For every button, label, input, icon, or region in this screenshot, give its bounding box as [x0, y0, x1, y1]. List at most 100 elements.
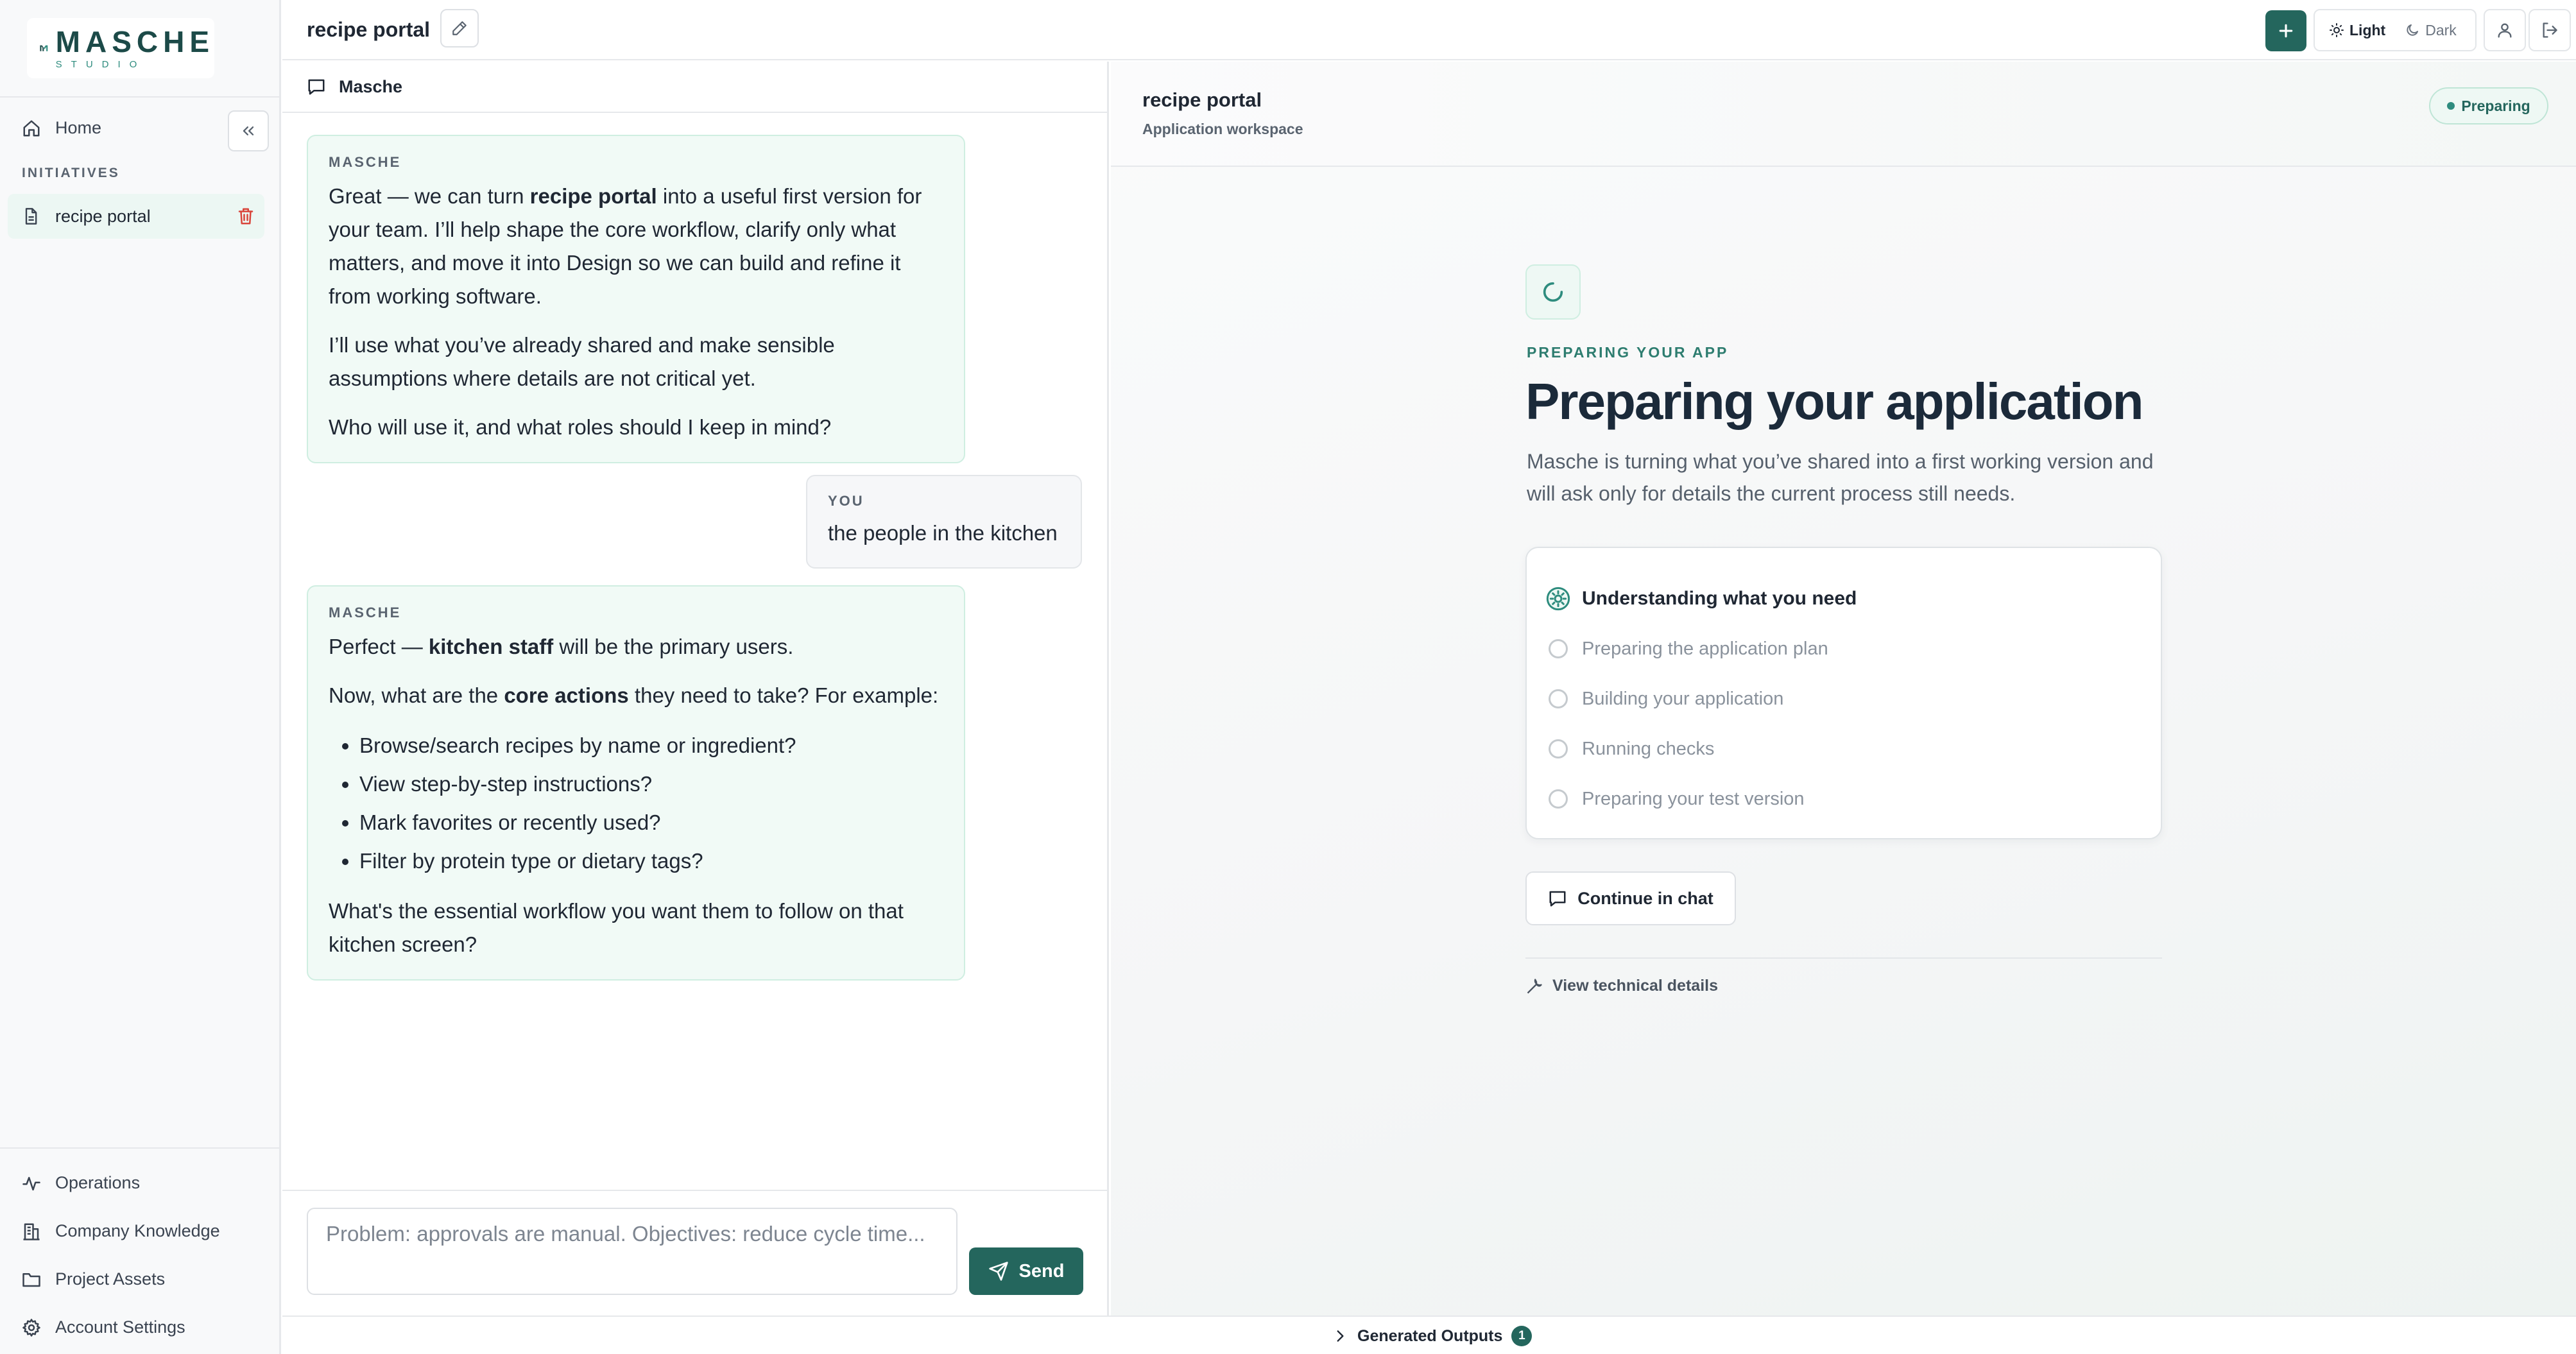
assistant-message: MASCHE Great — we can turn recipe portal… [307, 135, 965, 463]
message-author: MASCHE [329, 154, 402, 170]
count-badge: 1 [1511, 1326, 1533, 1346]
pending-circle-icon [1549, 639, 1568, 658]
message-paragraph: Who will use it, and what roles should I… [329, 415, 832, 439]
loading-spinner [1525, 264, 1581, 320]
message-paragraph: Now, what are the core actions they need… [329, 683, 939, 707]
generated-outputs-bar[interactable]: Generated Outputs 1 [282, 1315, 2576, 1354]
user-message: YOU the people in the kitchen [806, 475, 1082, 569]
list-item: Browse/search recipes by name or ingredi… [359, 726, 943, 765]
edit-title-button[interactable] [440, 9, 479, 47]
brand-name: MASCHE [55, 24, 214, 58]
workspace-heading: Preparing your application [1525, 373, 2144, 430]
wrench-icon [1527, 978, 1542, 993]
view-technical-details-link[interactable]: View technical details [1525, 977, 1718, 995]
brand-subtitle: STUDIO [55, 58, 146, 70]
workspace-subtitle: Application workspace [1142, 121, 1303, 137]
status-dot [2447, 102, 2455, 110]
sun-icon [2330, 23, 2344, 37]
sidebar-item-account-settings[interactable]: Account Settings [22, 1317, 185, 1337]
generated-outputs-toggle[interactable]: Generated Outputs 1 [1332, 1326, 1533, 1346]
chevrons-left-icon [243, 126, 254, 135]
chat-header: Masche [282, 62, 1109, 113]
sidebar-item-label: Account Settings [55, 1317, 185, 1337]
sidebar: MASCHE STUDIO Home INITIATIVES recipe po… [0, 0, 281, 1354]
message-paragraph: What's the essential workflow you want t… [329, 899, 904, 956]
status-label: Preparing [2461, 97, 2530, 114]
progress-gear-icon [1546, 587, 1570, 611]
message-input[interactable] [307, 1208, 957, 1295]
spinner-icon [1543, 282, 1563, 302]
suggestion-list: Browse/search recipes by name or ingredi… [359, 726, 943, 880]
home-icon [23, 120, 40, 136]
message-author: MASCHE [329, 604, 402, 621]
divider [1525, 957, 2162, 959]
logout-icon [2543, 22, 2557, 38]
sidebar-section-title: INITIATIVES [22, 166, 120, 180]
send-label: Send [1018, 1260, 1065, 1281]
page-title: recipe portal [307, 18, 431, 41]
pending-circle-icon [1549, 789, 1568, 809]
trash-icon[interactable] [236, 207, 255, 226]
theme-toggle: Light Dark [2314, 9, 2477, 51]
message-paragraph: I’ll use what you’ve already shared and … [329, 333, 835, 390]
sidebar-item-label: Project Assets [55, 1269, 166, 1289]
list-item: Mark favorites or recently used? [359, 803, 943, 842]
workspace-eyebrow: PREPARING YOUR APP [1527, 344, 1729, 361]
progress-step: Running checks [1549, 724, 2139, 774]
theme-light-button[interactable]: Light [2321, 15, 2394, 46]
plus-icon [2279, 24, 2293, 38]
sidebar-item-company-knowledge[interactable]: Company Knowledge [22, 1221, 220, 1241]
progress-steps: Understanding what you need Preparing th… [1525, 547, 2162, 839]
progress-step: Building your application [1549, 674, 2139, 724]
logout-button[interactable] [2529, 9, 2571, 51]
brand-logo[interactable]: MASCHE STUDIO [27, 18, 214, 78]
sidebar-divider [0, 96, 281, 98]
activity-icon [22, 1176, 40, 1190]
sidebar-item-label: Company Knowledge [55, 1221, 220, 1240]
message-icon [308, 79, 325, 95]
workspace-header: recipe portal Application workspace Prep… [1111, 62, 2576, 167]
assistant-message: MASCHE Perfect — kitchen staff will be t… [307, 585, 965, 981]
message-paragraph: Great — we can turn recipe portal into a… [329, 184, 922, 308]
collapse-sidebar-button[interactable] [228, 110, 269, 151]
document-icon [25, 208, 37, 225]
chat-panel: Masche MASCHE Great — we can turn recipe… [282, 62, 1109, 1315]
list-item: Filter by protein type or dietary tags? [359, 842, 943, 880]
profile-button[interactable] [2484, 9, 2526, 51]
gear-icon [22, 1318, 40, 1337]
sidebar-item-label: Operations [55, 1173, 141, 1192]
pending-circle-icon [1549, 689, 1568, 708]
send-icon [988, 1262, 1008, 1281]
step-label: Building your application [1582, 688, 1784, 709]
message-paragraph: Perfect — kitchen staff will be the prim… [329, 635, 794, 658]
progress-step: Preparing the application plan [1549, 624, 2139, 674]
progress-step: Preparing your test version [1549, 774, 2139, 824]
message-author: YOU [828, 493, 864, 509]
sidebar-item-project-assets[interactable]: Project Assets [22, 1269, 165, 1289]
pending-circle-icon [1549, 739, 1568, 758]
sidebar-divider [0, 1147, 281, 1149]
app-workspace: recipe portal Application workspace Prep… [1111, 62, 2576, 1315]
list-item: View step-by-step instructions? [359, 765, 943, 803]
theme-dark-label: Dark [2425, 21, 2457, 39]
moon-icon [2407, 24, 2419, 36]
theme-dark-button[interactable]: Dark [2397, 15, 2464, 46]
continue-in-chat-button[interactable]: Continue in chat [1525, 871, 1736, 925]
progress-step: Understanding what you need [1546, 574, 2139, 624]
tech-label: View technical details [1552, 977, 1718, 995]
sidebar-item-recipe-portal[interactable]: recipe portal [8, 194, 264, 239]
sidebar-item-home[interactable]: Home [22, 118, 101, 138]
new-initiative-button[interactable] [2265, 10, 2306, 51]
folder-icon [22, 1273, 40, 1287]
user-icon [2498, 23, 2512, 38]
sidebar-item-label: Home [55, 118, 102, 137]
building-icon [23, 1223, 40, 1240]
pencil-icon [452, 21, 467, 35]
sidebar-item-operations[interactable]: Operations [22, 1173, 140, 1193]
send-button[interactable]: Send [969, 1247, 1083, 1295]
step-label: Preparing the application plan [1582, 638, 1828, 659]
masche-logo-icon [40, 45, 48, 51]
generated-outputs-label: Generated Outputs [1357, 1326, 1503, 1345]
workspace-description: Masche is turning what you’ve shared int… [1527, 450, 2154, 505]
continue-label: Continue in chat [1577, 888, 1713, 908]
